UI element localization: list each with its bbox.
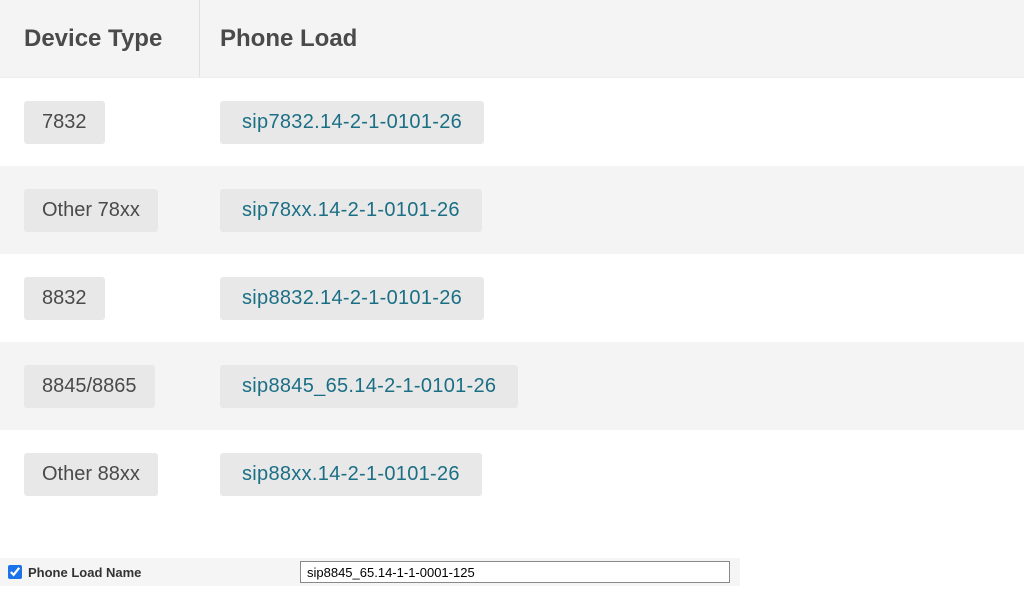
load-cell: sip78xx.14-2-1-0101-26: [200, 189, 482, 232]
device-cell: Other 78xx: [24, 189, 200, 232]
phone-load-name-input[interactable]: [300, 561, 730, 583]
load-badge: sip88xx.14-2-1-0101-26: [220, 453, 482, 496]
header-device-type: Device Type: [0, 0, 200, 77]
device-badge: 8832: [24, 277, 105, 320]
load-cell: sip8832.14-2-1-0101-26: [200, 277, 484, 320]
device-cell: 7832: [24, 101, 200, 144]
phone-load-name-checkbox[interactable]: [8, 565, 22, 579]
phone-load-name-label: Phone Load Name: [28, 565, 300, 580]
load-badge: sip8832.14-2-1-0101-26: [220, 277, 484, 320]
device-cell: 8832: [24, 277, 200, 320]
load-badge: sip7832.14-2-1-0101-26: [220, 101, 484, 144]
phone-load-form-row: Phone Load Name: [0, 558, 740, 586]
table-row: 8845/8865 sip8845_65.14-2-1-0101-26: [0, 342, 1024, 430]
table-row: 8832 sip8832.14-2-1-0101-26: [0, 254, 1024, 342]
load-cell: sip8845_65.14-2-1-0101-26: [200, 365, 518, 408]
device-badge: Other 88xx: [24, 453, 158, 496]
table-row: Other 78xx sip78xx.14-2-1-0101-26: [0, 166, 1024, 254]
device-cell: Other 88xx: [24, 453, 200, 496]
device-cell: 8845/8865: [24, 365, 200, 408]
device-badge: 8845/8865: [24, 365, 155, 408]
header-phone-load: Phone Load: [200, 0, 1024, 77]
table-row: Other 88xx sip88xx.14-2-1-0101-26: [0, 430, 1024, 518]
device-load-table: Device Type Phone Load 7832 sip7832.14-2…: [0, 0, 1024, 518]
device-badge: Other 78xx: [24, 189, 158, 232]
load-badge: sip78xx.14-2-1-0101-26: [220, 189, 482, 232]
device-badge: 7832: [24, 101, 105, 144]
table-row: 7832 sip7832.14-2-1-0101-26: [0, 78, 1024, 166]
load-badge: sip8845_65.14-2-1-0101-26: [220, 365, 518, 408]
load-cell: sip7832.14-2-1-0101-26: [200, 101, 484, 144]
load-cell: sip88xx.14-2-1-0101-26: [200, 453, 482, 496]
table-header-row: Device Type Phone Load: [0, 0, 1024, 78]
